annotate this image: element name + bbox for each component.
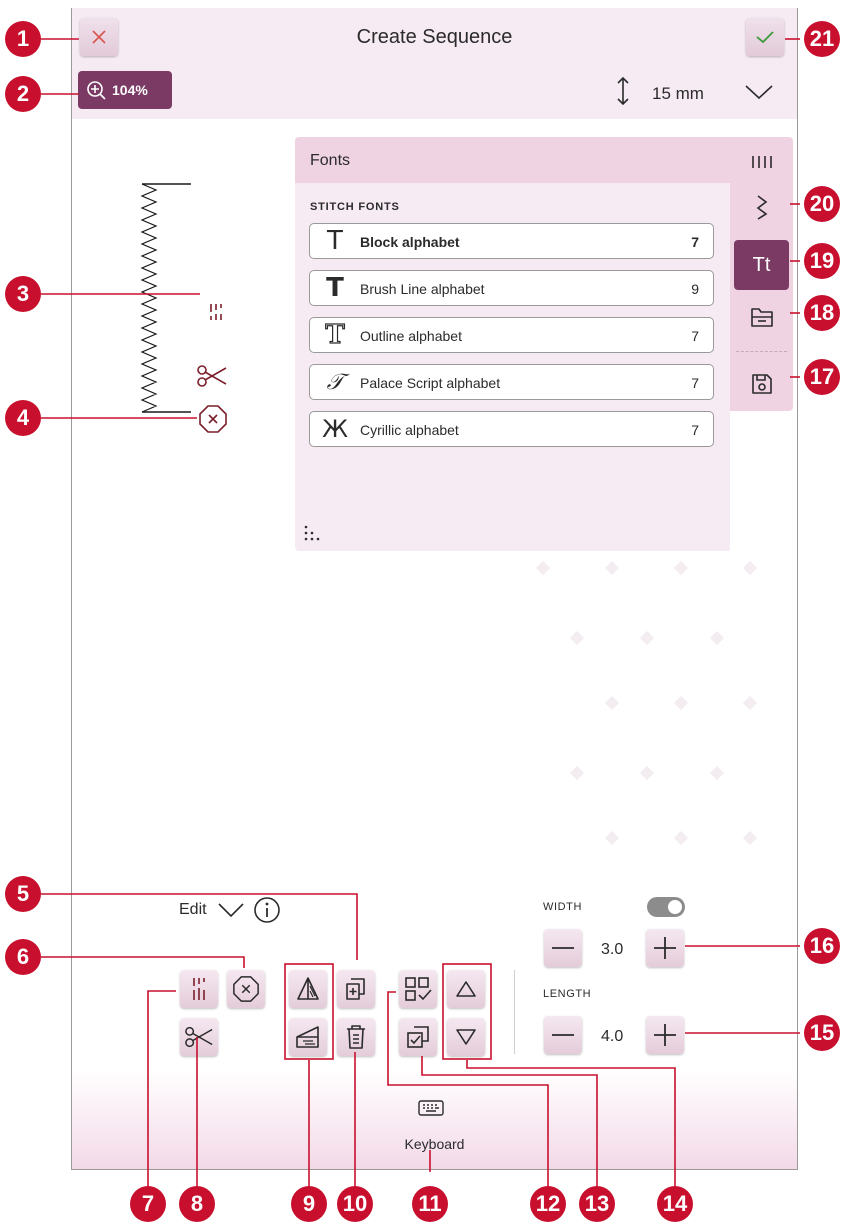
- callout-10: 10: [337, 1186, 373, 1222]
- callout-14: 14: [657, 1186, 693, 1222]
- callout-11: 11: [412, 1186, 448, 1222]
- callout-6: 6: [5, 939, 41, 975]
- callout-2: 2: [5, 76, 41, 112]
- callout-15: 15: [804, 1015, 840, 1051]
- callout-21: 21: [804, 21, 840, 57]
- callout-16: 16: [804, 928, 840, 964]
- callout-3: 3: [5, 276, 41, 312]
- callout-12: 12: [530, 1186, 566, 1222]
- callout-8: 8: [179, 1186, 215, 1222]
- callout-9: 9: [291, 1186, 327, 1222]
- callout-4: 4: [5, 400, 41, 436]
- callout-5: 5: [5, 876, 41, 912]
- callout-18: 18: [804, 295, 840, 331]
- callout-19: 19: [804, 243, 840, 279]
- callout-20: 20: [804, 186, 840, 222]
- callout-17: 17: [804, 359, 840, 395]
- callout-1: 1: [5, 21, 41, 57]
- callout-13: 13: [579, 1186, 615, 1222]
- annotation-overlay: [41, 38, 800, 1192]
- callout-7: 7: [130, 1186, 166, 1222]
